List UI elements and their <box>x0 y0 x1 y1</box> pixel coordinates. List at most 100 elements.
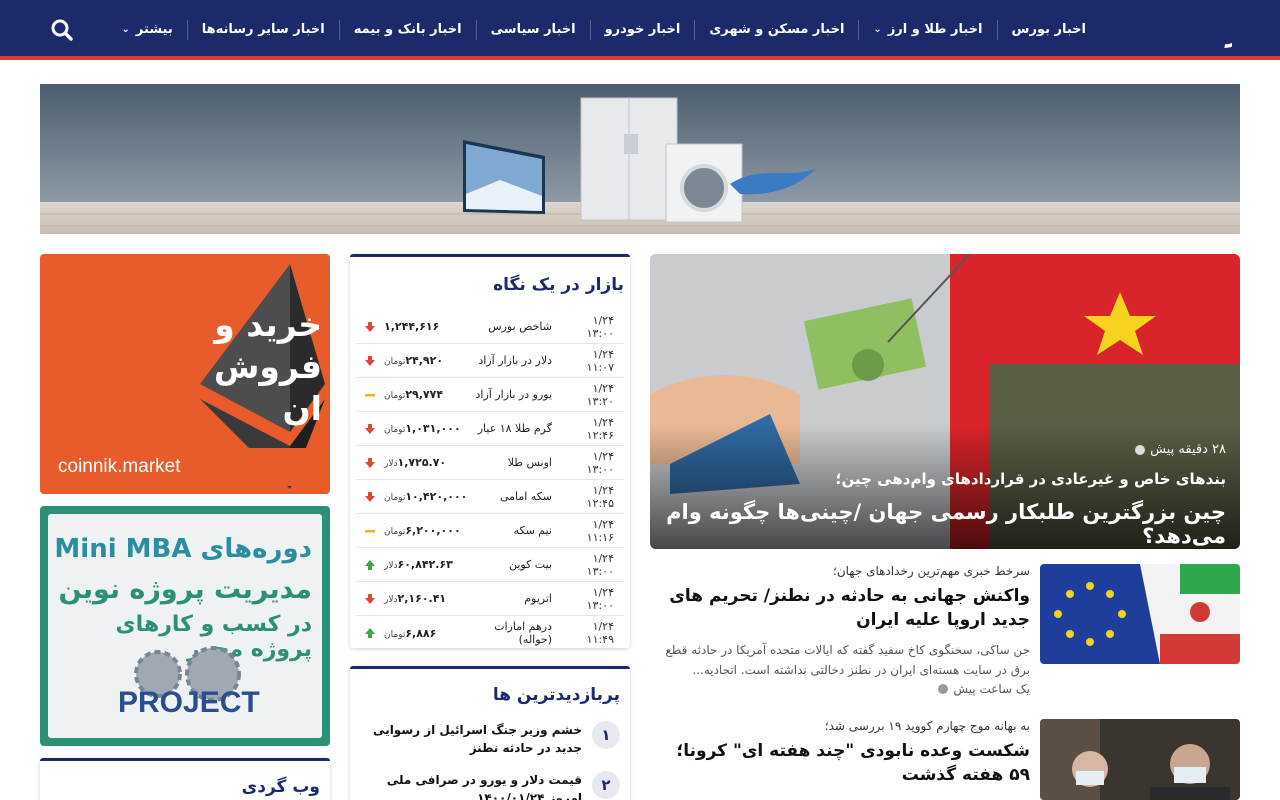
most-viewed-box: پربازدیدترین ها ۱ خشم وزیر جنگ اسرائیل ا… <box>350 666 630 800</box>
ad1-line: خرید و <box>214 305 322 344</box>
hero-timestamp: ۲۸ دقیقه پیش <box>1135 442 1226 457</box>
market-unit: دلار <box>384 561 398 571</box>
nav-item[interactable]: اخبار سایر رسانه‌ها <box>186 20 339 40</box>
market-row[interactable]: ۱/۲۴ ۱۱:۴۹ درهم امارات (حواله) ۶,۸۸۶تومان <box>356 616 624 650</box>
chevron-down-icon: ⌄ <box>873 24 882 35</box>
hero-title[interactable]: چین بزرگترین طلبکار رسمی جهان /چینی‌ها چ… <box>650 500 1226 548</box>
market-unit: تومان <box>384 357 406 367</box>
nav-item-label: اخبار خودرو <box>604 22 681 37</box>
market-value-text: ۶,۸۸۶ <box>405 626 437 640</box>
market-time: ۱/۲۴ ۱۳:۲۰ <box>586 381 614 408</box>
market-value: ۲۴,۹۲۰تومان <box>380 354 490 367</box>
search-icon[interactable] <box>48 16 76 44</box>
svg-text:اقتصادنیوز: اقتصادنیوز <box>1224 13 1232 48</box>
nav-item[interactable]: اخبار خودرو <box>589 20 695 40</box>
flags-image <box>1040 564 1240 664</box>
web-browse-box: وب گردی <box>40 758 330 800</box>
crypto-exchange-ad[interactable]: خرید و فروش ان coinnik.market <box>40 254 330 494</box>
news-body: به بهانه موج چهارم کووید ۱۹ بررسی شد؛ شک… <box>650 719 1030 787</box>
nav-item-label: اخبار طلا و ارز <box>887 22 983 37</box>
market-value-text: ۱۰,۴۲۰,۰۰۰ <box>405 490 468 503</box>
officials-image <box>1040 719 1240 800</box>
market-time: ۱/۲۴ ۱۲:۴۵ <box>586 483 614 510</box>
nav-item[interactable]: اخبار سیاسی <box>475 20 590 40</box>
market-value-text: ۶۰,۸۴۲.۶۳ <box>397 558 453 571</box>
news-item[interactable]: به بهانه موج چهارم کووید ۱۹ بررسی شد؛ شک… <box>650 719 1240 800</box>
most-viewed-item[interactable]: ۱ خشم وزیر جنگ اسرائیل از رسوایی جدید در… <box>360 721 620 757</box>
news-title[interactable]: شکست وعده نابودی "چند هفته ای" کرونا؛ ۵۹… <box>650 739 1030 787</box>
nav-item[interactable]: اخبار طلا و ارز ⌄ <box>858 20 996 40</box>
market-row[interactable]: ۱/۲۴ ۱۳:۰۰ شاخص بورس ۱,۲۴۴,۶۱۶ <box>356 310 624 344</box>
market-row[interactable]: ۱/۲۴ ۱۲:۴۶ گرم طلا ۱۸ عیار ۱,۰۳۱,۰۰۰تومان <box>356 412 624 446</box>
nav-item[interactable]: اخبار بانک و بیمه <box>338 20 476 40</box>
market-value: ۱,۰۳۱,۰۰۰تومان <box>380 422 490 435</box>
market-unit: تومان <box>384 391 406 401</box>
news-title[interactable]: واکنش جهانی به حادثه در نطنز/ تحریم های … <box>650 584 1030 632</box>
banner-image <box>40 84 1240 234</box>
news-timestamp: یک ساعت پیش <box>650 682 1030 696</box>
news-body: سرخط خبری مهم‌ترین رخدادهای جهان؛ واکنش … <box>650 564 1030 696</box>
news-item[interactable]: سرخط خبری مهم‌ترین رخدادهای جهان؛ واکنش … <box>650 564 1240 704</box>
market-row[interactable]: ۱/۲۴ ۱۳:۰۰ اتریوم ۲,۱۶۰.۴۱دلار <box>356 582 624 616</box>
market-value-text: ۲,۱۶۰.۴۱ <box>397 592 447 605</box>
market-time: ۱/۲۴ ۱۱:۰۷ <box>586 347 614 374</box>
ad2-project-label: PROJECT <box>118 686 260 719</box>
market-value-text: ۶,۲۰۰,۰۰۰ <box>405 524 461 537</box>
most-viewed-text[interactable]: خشم وزیر جنگ اسرائیل از رسوایی جدید در ح… <box>362 721 582 757</box>
arrow-up-icon <box>364 627 376 639</box>
web-browse-title: وب گردی <box>241 777 320 797</box>
market-row[interactable]: ۱/۲۴ ۱۳:۰۰ بیت کوین ۶۰,۸۴۲.۶۳دلار <box>356 548 624 582</box>
news-thumbnail-flags[interactable] <box>1040 564 1240 664</box>
clock-icon <box>1135 444 1146 455</box>
arrow-down-icon <box>364 491 376 503</box>
market-unit: تومان <box>384 527 406 537</box>
market-row[interactable]: ۱/۲۴ ۱۱:۰۷ دلار در بازار آزاد ۲۴,۹۲۰تومان <box>356 344 624 378</box>
market-value: ۲۹,۷۷۴تومان <box>380 388 490 401</box>
appliance-banner-ad[interactable] <box>40 84 1240 234</box>
market-unit: تومان <box>384 425 406 435</box>
news-time-text: یک ساعت پیش <box>953 682 1030 696</box>
most-viewed-item[interactable]: ۲ قیمت دلار و یورو در صرافی ملی امروز ۱۴… <box>360 771 620 800</box>
site-logo-mark: اقتصادنیوز <box>1224 13 1280 48</box>
news-summary: جن ساکی، سخنگوی کاخ سفید گفته که ایالات … <box>665 643 1030 677</box>
market-value: ۲,۱۶۰.۴۱دلار <box>380 592 490 605</box>
market-time: ۱/۲۴ ۱۳:۰۰ <box>586 449 614 476</box>
market-value-text: ۲۹,۷۷۴ <box>405 388 444 401</box>
top-navbar: اقتصادنیوز اخبار بورساخبار طلا و ارز⌄اخب… <box>0 0 1280 60</box>
ad2-line: دوره‌های Mini MBA <box>54 534 312 564</box>
rank-badge: ۱ <box>592 721 620 749</box>
nav-item-label: اخبار بانک و بیمه <box>353 22 462 37</box>
hero-news-card[interactable]: ۲۸ دقیقه پیش بندهای خاص و غیرعادی در قرا… <box>650 254 1240 549</box>
market-box-title: بازار در یک نگاه <box>493 275 624 295</box>
mba-course-ad[interactable]: دوره‌های Mini MBA مدیریت پروژه نوین در ک… <box>40 506 330 746</box>
nav-item[interactable]: بیشتر ⌄ <box>108 20 187 40</box>
arrow-down-icon <box>364 457 376 469</box>
market-value: ۱۰,۴۲۰,۰۰۰تومان <box>380 490 490 503</box>
news-thumbnail-people[interactable] <box>1040 719 1240 800</box>
market-time: ۱/۲۴ ۱۳:۰۰ <box>586 551 614 578</box>
clock-icon <box>938 684 949 694</box>
news-kicker: به بهانه موج چهارم کووید ۱۹ بررسی شد؛ <box>824 719 1030 733</box>
dash-flat-icon <box>364 525 376 537</box>
market-unit: تومان <box>384 629 406 640</box>
nav-item-label: اخبار سایر رسانه‌ها <box>201 22 325 37</box>
main-nav: اخبار بورس اخبار طلا و ارز ⌄ اخبار مسکن و ش… <box>108 0 1100 60</box>
market-value: ۱,۲۴۴,۶۱۶ <box>380 320 490 333</box>
most-viewed-text[interactable]: قیمت دلار و یورو در صرافی ملی امروز ۱۴۰۰… <box>362 771 582 800</box>
market-row[interactable]: ۱/۲۴ ۱۲:۴۵ سکه امامی ۱۰,۴۲۰,۰۰۰تومان <box>356 480 624 514</box>
nav-item[interactable]: اخبار بورس <box>996 20 1100 40</box>
market-row[interactable]: ۱/۲۴ ۱۳:۰۰ اونس طلا ۱,۷۲۵.۷۰دلار <box>356 446 624 480</box>
arrow-down-icon <box>364 423 376 435</box>
market-value: ۶,۲۰۰,۰۰۰تومان <box>380 524 490 537</box>
hero-kicker[interactable]: بندهای خاص و غیرعادی در قراردادهای وام‌د… <box>836 470 1226 488</box>
site-logo[interactable]: اقتصادنیوز <box>1114 4 1280 54</box>
market-value-text: ۲۴,۹۲۰ <box>405 354 444 367</box>
arrow-up-icon <box>364 559 376 571</box>
nav-item-label: اخبار سیاسی <box>490 22 576 37</box>
market-row[interactable]: ۱/۲۴ ۱۳:۲۰ یورو در بازار آزاد ۲۹,۷۷۴تومان <box>356 378 624 412</box>
news-kicker: سرخط خبری مهم‌ترین رخدادهای جهان؛ <box>833 564 1030 578</box>
nav-item[interactable]: اخبار مسکن و شهری <box>694 20 858 40</box>
nav-item-label: اخبار مسکن و شهری <box>709 22 845 37</box>
market-table: ۱/۲۴ ۱۳:۰۰ شاخص بورس ۱,۲۴۴,۶۱۶ ۱/۲۴ ۱۱:۰۷ دل… <box>356 310 624 650</box>
market-row[interactable]: ۱/۲۴ ۱۱:۱۶ نیم سکه ۶,۲۰۰,۰۰۰تومان <box>356 514 624 548</box>
